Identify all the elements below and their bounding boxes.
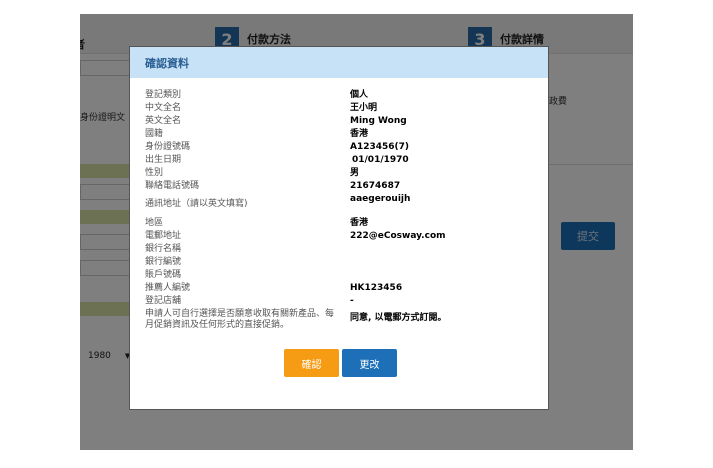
detail-row: 賬戶號碼 [145,270,545,283]
detail-label: 推薦人編號 [145,283,191,293]
detail-row: 性別 男 [145,168,545,181]
detail-label: 英文全名 [145,116,182,126]
detail-label: 登記類別 [145,90,182,100]
detail-value: HK123456 [350,283,403,293]
detail-label: 登記店舖 [145,296,182,306]
detail-label: 中文全名 [145,103,182,113]
detail-row: 申請人可自行選擇是否願意收取有關新產品、每月促銷資訊及任何形式的直接促銷。 同意,… [145,309,545,335]
detail-value: 王小明 [350,103,378,113]
detail-row: 身份證號碼 A123456(7) [145,142,545,155]
detail-row: 銀行編號 [145,257,545,270]
detail-value: 個人 [350,90,369,100]
detail-row: 登記店舖 - [145,296,545,309]
dialog-title: 確認資料 [130,47,548,78]
detail-value: 香港 [350,218,369,228]
detail-label: 銀行編號 [145,257,182,267]
detail-label: 申請人可自行選擇是否願意收取有關新產品、每月促銷資訊及任何形式的直接促銷。 [145,309,335,330]
detail-row: 登記類別 個人 [145,90,545,103]
confirm-button[interactable]: 確認 [284,349,339,377]
detail-value: 21674687 [350,181,401,191]
detail-row: 推薦人編號 HK123456 [145,283,545,296]
detail-label: 賬戶號碼 [145,270,182,280]
detail-label: 銀行名稱 [145,244,182,254]
confirm-dialog: 確認資料 登記類別 個人 中文全名 王小明 英文全名 Ming Wong 國籍 香港 身… [129,46,549,410]
detail-label: 地區 [145,218,164,228]
detail-value: - [350,296,354,306]
detail-row: 地區 香港 [145,218,545,231]
detail-row: 電郵地址 222@eCosway.com [145,231,545,244]
detail-value: A123456(7) [350,142,410,152]
detail-value: 男 [350,168,360,178]
detail-value: 222@eCosway.com [350,231,446,241]
page: 者 2 付款方法 3 付款詳情 身份證明文 行政費 提交 1980 ▼ 確認資料 [0,0,713,468]
detail-row: 通訊地址（請以英文填寫) aaegerouijh [145,194,545,214]
detail-row: 中文全名 王小明 [145,103,545,116]
detail-row: 聯絡電話號碼 21674687 [145,181,545,194]
detail-value: 同意, 以電郵方式訂閱。 [350,313,447,323]
detail-value: 01/01/1970 [352,155,409,165]
detail-row: 國籍 香港 [145,129,545,142]
dialog-actions: 確認 更改 [284,349,397,377]
detail-label: 出生日期 [145,155,182,165]
detail-row: 英文全名 Ming Wong [145,116,545,129]
detail-label: 聯絡電話號碼 [145,181,200,191]
detail-label: 性別 [145,168,164,178]
detail-value: aaegerouijh [350,194,411,204]
detail-value: 香港 [350,129,369,139]
detail-label: 國籍 [145,129,164,139]
detail-label: 通訊地址（請以英文填寫) [145,199,248,209]
edit-button[interactable]: 更改 [342,349,397,377]
detail-value: Ming Wong [350,116,407,126]
detail-row: 銀行名稱 [145,244,545,257]
confirm-details-list: 登記類別 個人 中文全名 王小明 英文全名 Ming Wong 國籍 香港 身份證號碼 A… [145,90,545,335]
detail-row: 出生日期 01/01/1970 [145,155,545,168]
detail-label: 身份證號碼 [145,142,191,152]
detail-label: 電郵地址 [145,231,182,241]
